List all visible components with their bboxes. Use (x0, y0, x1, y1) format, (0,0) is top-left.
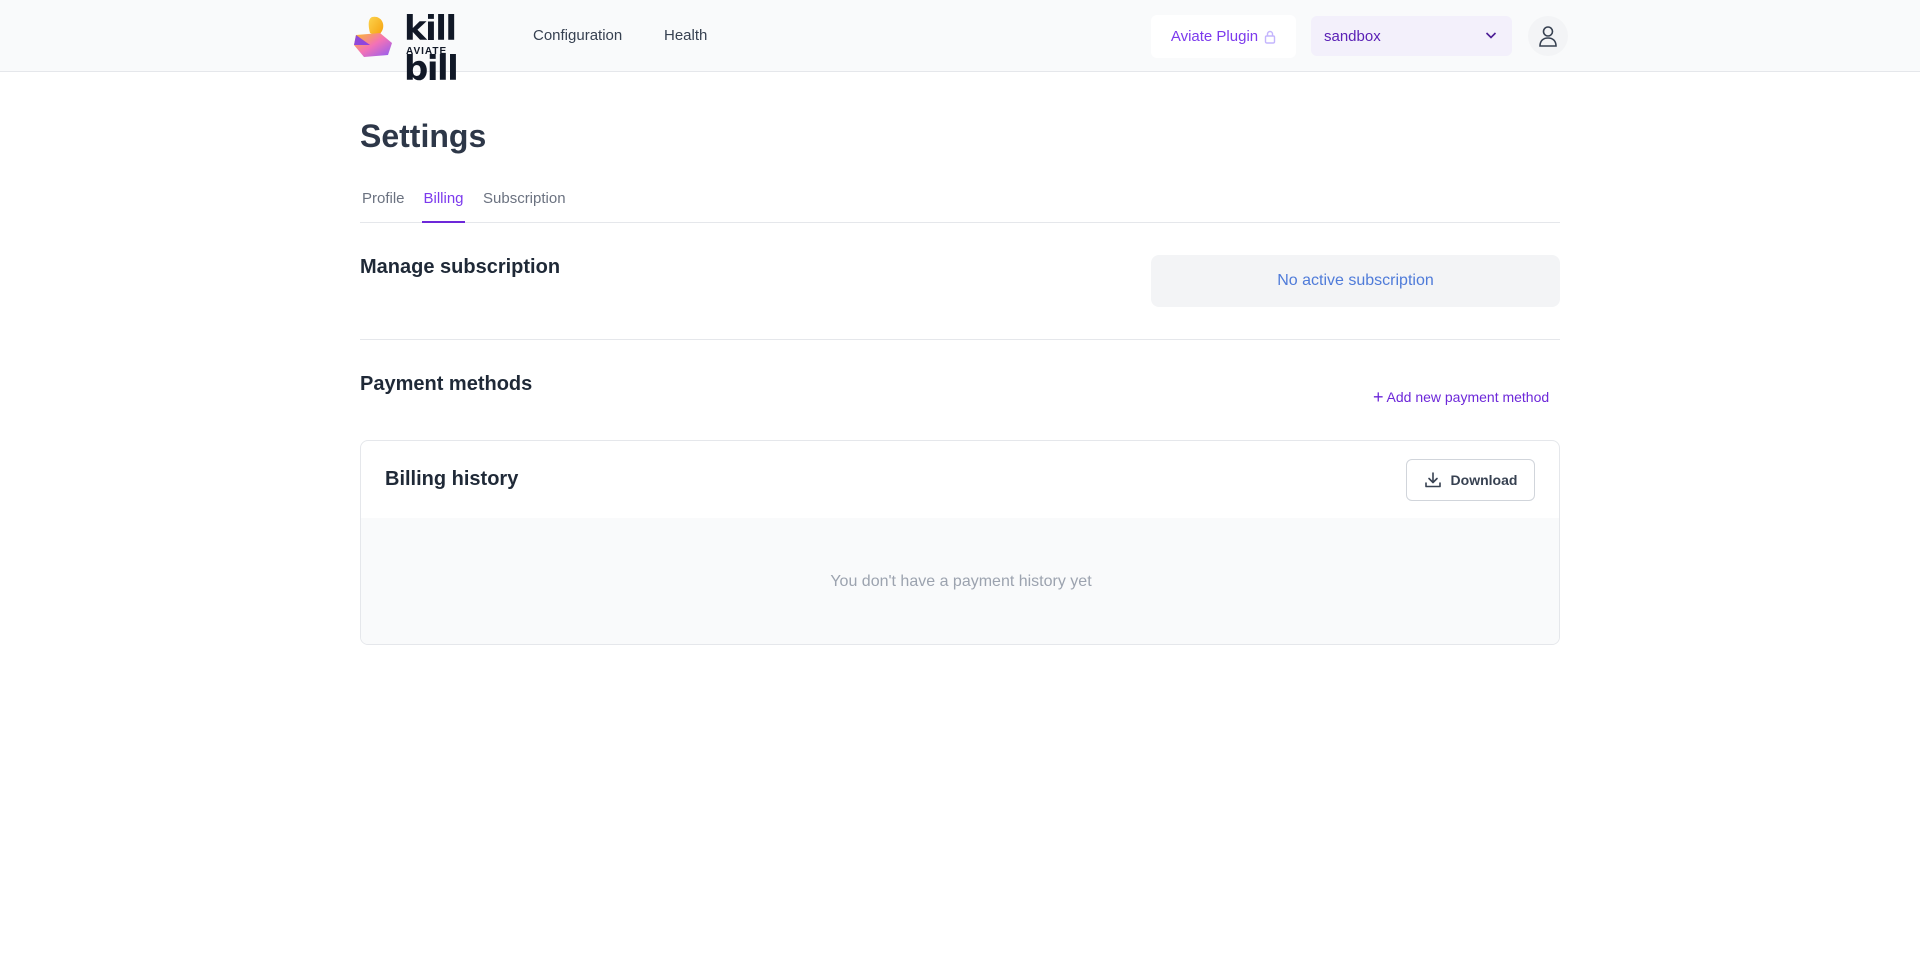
billing-history-card: Billing history Download You don't have … (360, 440, 1560, 645)
nav-configuration[interactable]: Configuration (533, 27, 622, 44)
add-payment-method-link[interactable]: + Add new payment method (1373, 387, 1550, 407)
billing-history-empty-text: You don't have a payment history yet (830, 573, 1092, 590)
download-button[interactable]: Download (1406, 459, 1535, 501)
download-icon (1424, 472, 1441, 488)
manage-subscription-title: Manage subscription (360, 256, 561, 278)
user-menu-button[interactable] (1528, 16, 1568, 56)
top-navbar: kill bill AVIATE Configuration Health Av… (0, 0, 1920, 89)
tab-profile[interactable]: Profile (362, 190, 405, 223)
download-label: Download (1450, 472, 1518, 488)
subscription-status-text: No active subscription (1277, 272, 1434, 289)
settings-tabs: Profile Billing Subscription (360, 188, 1560, 223)
tenant-select[interactable]: sandbox (1311, 16, 1512, 56)
logo-subtitle: AVIATE (406, 46, 448, 57)
aviate-plugin-button[interactable]: Aviate Plugin (1151, 15, 1296, 58)
billing-history-empty-state: You don't have a payment history yet (361, 518, 1559, 644)
tenant-select-value: sandbox (1324, 27, 1381, 45)
page-title: Settings (360, 118, 487, 154)
tab-subscription[interactable]: Subscription (483, 190, 566, 223)
aviate-plugin-label: Aviate Plugin (1170, 28, 1259, 45)
tab-billing[interactable]: Billing (422, 190, 465, 223)
lock-icon (1264, 30, 1276, 44)
swan-logo-icon (354, 16, 392, 57)
chevron-down-icon (1485, 32, 1497, 39)
plus-icon: + (1373, 387, 1384, 407)
user-icon (1539, 26, 1557, 47)
section-divider (360, 339, 1560, 340)
billing-history-title: Billing history (385, 468, 519, 490)
payment-methods-title: Payment methods (360, 373, 533, 395)
killbill-logo[interactable]: kill bill AVIATE (350, 9, 510, 89)
subscription-status-box: No active subscription (1151, 255, 1560, 307)
add-payment-method-label: Add new payment method (1386, 389, 1550, 405)
nav-health[interactable]: Health (664, 27, 707, 44)
